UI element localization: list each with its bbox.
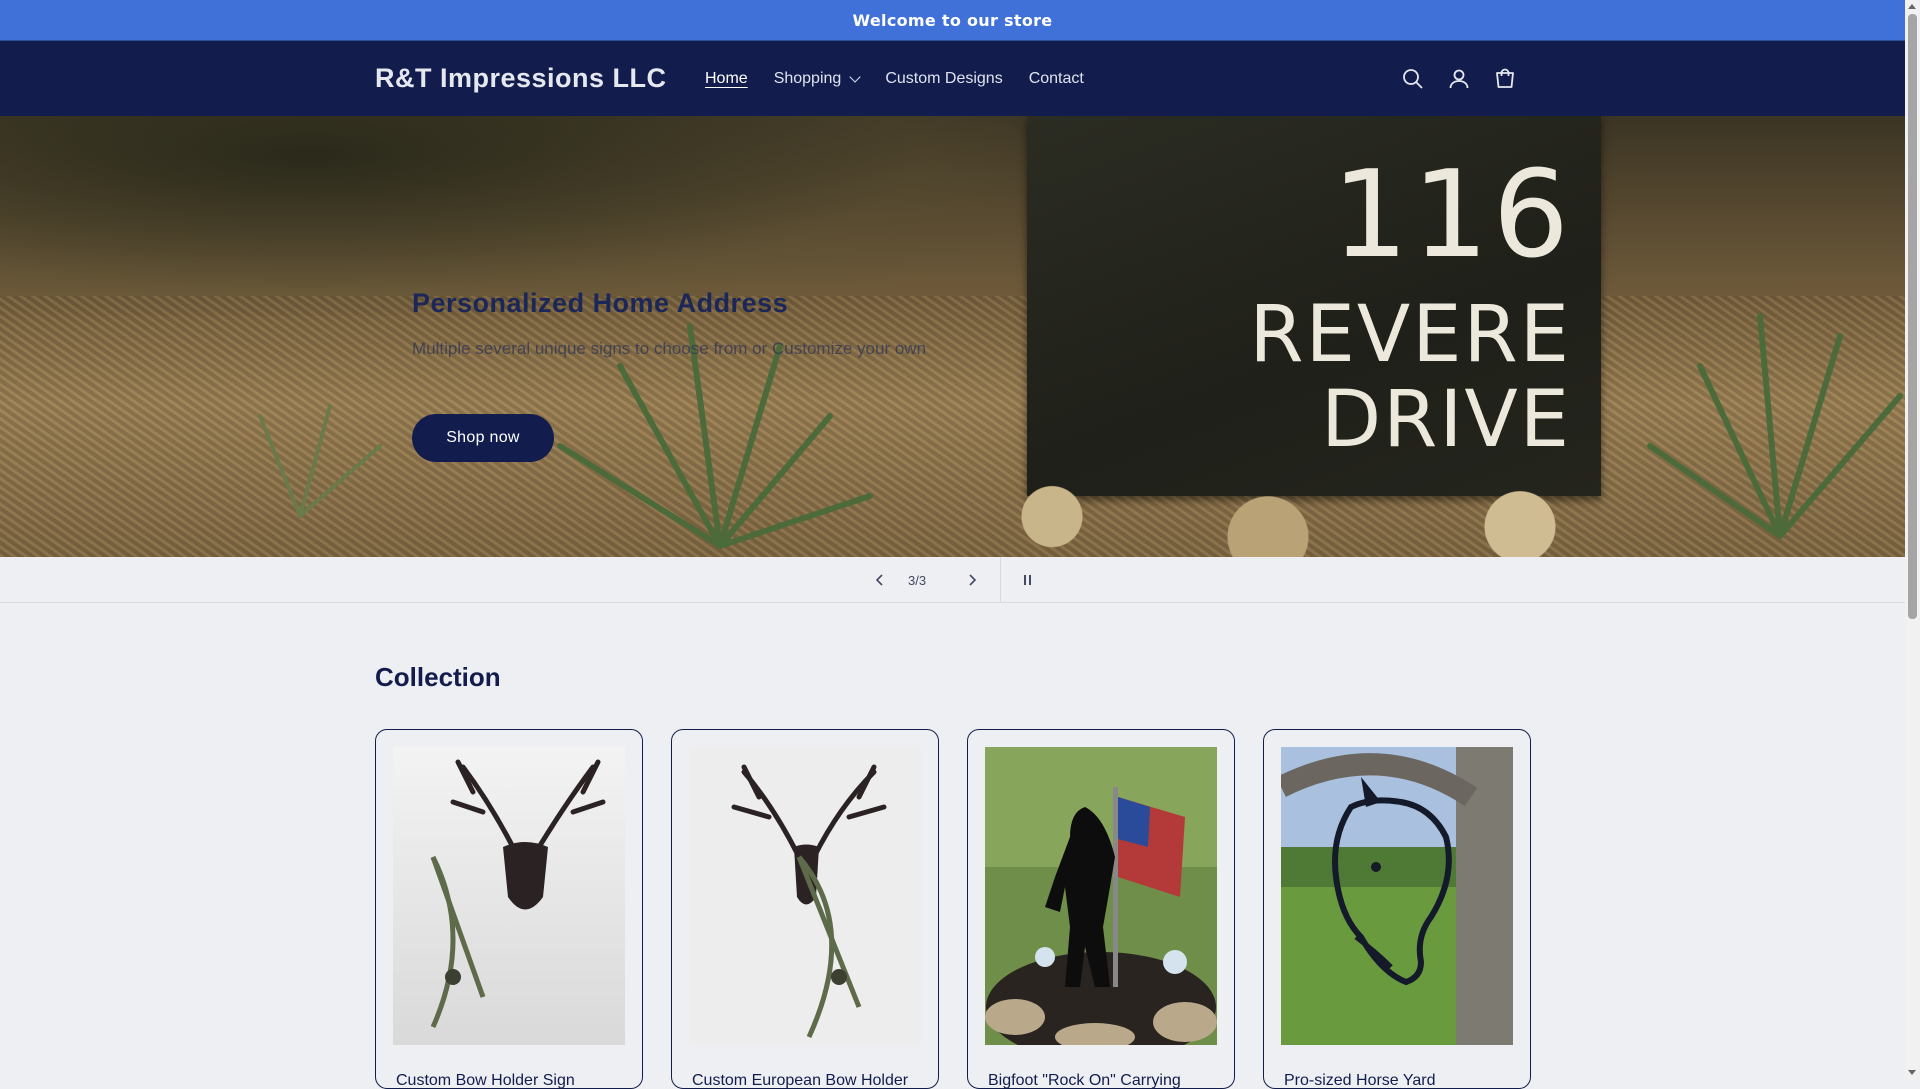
chevron-down-icon	[849, 70, 861, 83]
nav-custom-designs-label: Custom Designs	[885, 69, 1003, 87]
nav-shopping[interactable]: Shopping	[761, 70, 873, 88]
scroll-down-arrow-icon[interactable]	[1908, 1070, 1916, 1075]
shop-now-button[interactable]: Shop now	[412, 414, 554, 462]
account-icon[interactable]	[1443, 63, 1475, 95]
slide-counter: 3/3	[908, 572, 927, 588]
product-card[interactable]: Custom European Bow Holder	[671, 729, 939, 1089]
store-logo[interactable]: R&T Impressions LLC	[375, 41, 667, 116]
product-name: Bigfoot "Rock On" Carrying	[988, 1072, 1181, 1089]
cart-icon[interactable]	[1489, 63, 1521, 95]
product-card[interactable]: Bigfoot "Rock On" Carrying	[967, 729, 1235, 1089]
slide-prev-button[interactable]	[868, 568, 892, 592]
search-icon[interactable]	[1397, 63, 1429, 95]
hero-slide: 116 REVERE DRIVE Personalized Home Addre…	[0, 116, 1905, 557]
product-card[interactable]: Custom Bow Holder Sign	[375, 729, 643, 1089]
announcement-text: Welcome to our store	[852, 10, 1053, 30]
product-name: Custom European Bow Holder	[692, 1072, 909, 1089]
slide-next-button[interactable]	[960, 568, 984, 592]
product-name: Custom Bow Holder Sign	[396, 1072, 575, 1089]
header-icons	[1397, 41, 1521, 116]
product-name: Pro-sized Horse Yard	[1284, 1072, 1436, 1089]
nav-home[interactable]: Home	[692, 70, 761, 88]
main-nav: Home Shopping Custom Designs Contact	[692, 41, 1097, 116]
pause-icon	[1024, 575, 1031, 585]
slider-divider	[1000, 557, 1001, 603]
chevron-right-icon	[969, 574, 977, 586]
chevron-left-icon	[875, 574, 883, 586]
nav-contact[interactable]: Contact	[1016, 70, 1097, 88]
product-image	[393, 747, 625, 1045]
scroll-thumb[interactable]	[1908, 14, 1917, 619]
product-card[interactable]: Pro-sized Horse Yard	[1263, 729, 1531, 1089]
announcement-bar: Welcome to our store	[0, 0, 1905, 41]
product-image	[985, 747, 1217, 1045]
nav-home-label: Home	[705, 69, 748, 87]
site-header: R&T Impressions LLC Home Shopping Custom…	[0, 41, 1905, 116]
scroll-up-arrow-icon[interactable]	[1908, 4, 1916, 9]
nav-contact-label: Contact	[1028, 69, 1084, 87]
product-image	[1281, 747, 1513, 1045]
slide-pause-button[interactable]	[1016, 568, 1040, 592]
nav-custom-designs[interactable]: Custom Designs	[872, 70, 1015, 88]
hero-subtitle: Multiple several unique signs to choose …	[412, 339, 927, 358]
hero-plants	[258, 313, 1903, 549]
page-scrollbar[interactable]	[1905, 0, 1920, 1080]
slider-controls: 3/3	[0, 557, 1905, 603]
product-image	[689, 747, 921, 1045]
hero-title: Personalized Home Address	[412, 288, 789, 318]
nav-shopping-label: Shopping	[773, 69, 842, 87]
collection-title: Collection	[375, 662, 501, 692]
